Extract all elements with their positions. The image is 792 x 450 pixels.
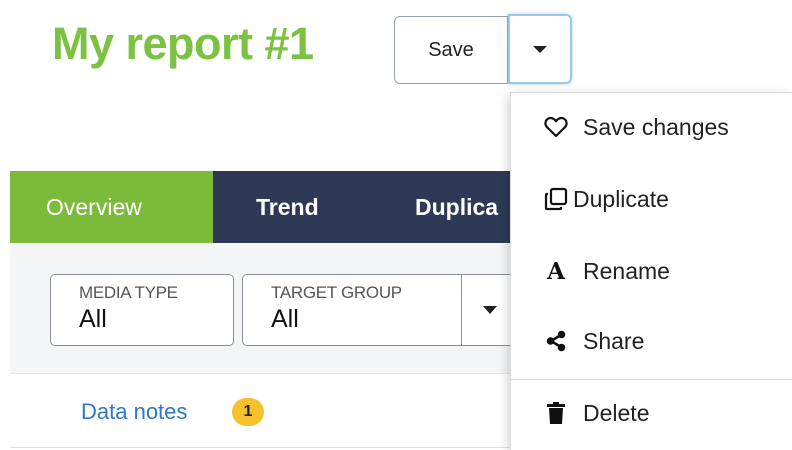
data-notes-count-badge: 1	[232, 398, 264, 426]
save-button[interactable]: Save	[394, 16, 508, 84]
menu-item-label: Duplicate	[573, 185, 669, 212]
filter-value: All	[79, 305, 107, 333]
trash-icon	[543, 400, 569, 426]
share-icon	[543, 328, 569, 354]
copy-icon	[543, 186, 569, 212]
data-notes-link[interactable]: Data notes	[81, 399, 187, 425]
menu-divider	[511, 379, 792, 380]
menu-item-share[interactable]: Share	[511, 311, 792, 371]
tab-overview[interactable]: Overview	[10, 171, 213, 243]
menu-item-delete[interactable]: Delete	[511, 383, 792, 443]
media-type-filter[interactable]: MEDIA TYPE All	[50, 274, 234, 346]
menu-item-rename[interactable]: A Rename	[511, 241, 792, 301]
menu-item-label: Rename	[583, 257, 670, 284]
divider	[461, 275, 462, 345]
menu-item-label: Share	[583, 327, 645, 354]
tab-duplicates[interactable]: Duplica	[415, 171, 498, 243]
chevron-down-icon[interactable]	[483, 306, 497, 314]
filter-label: MEDIA TYPE	[79, 283, 178, 302]
tab-label: Overview	[46, 193, 142, 220]
target-group-filter[interactable]: TARGET GROUP All	[242, 274, 522, 346]
tab-label: Duplica	[415, 193, 499, 220]
caret-down-icon	[533, 45, 547, 53]
save-options-dropdown-button[interactable]	[508, 14, 572, 84]
page-title: My report #1	[52, 18, 314, 69]
tab-label: Trend	[256, 193, 319, 220]
rename-icon: A	[547, 257, 565, 285]
menu-item-duplicate[interactable]: Duplicate	[511, 169, 792, 229]
heart-icon	[543, 114, 569, 140]
menu-item-label: Save changes	[583, 113, 729, 140]
filter-value: All	[271, 305, 299, 333]
menu-item-label: Delete	[583, 399, 650, 426]
menu-item-save-changes[interactable]: Save changes	[511, 97, 792, 157]
tab-trend[interactable]: Trend	[256, 171, 319, 243]
filter-label: TARGET GROUP	[271, 283, 402, 302]
save-options-menu: Save changes Duplicate A Rename Share De…	[510, 92, 792, 450]
